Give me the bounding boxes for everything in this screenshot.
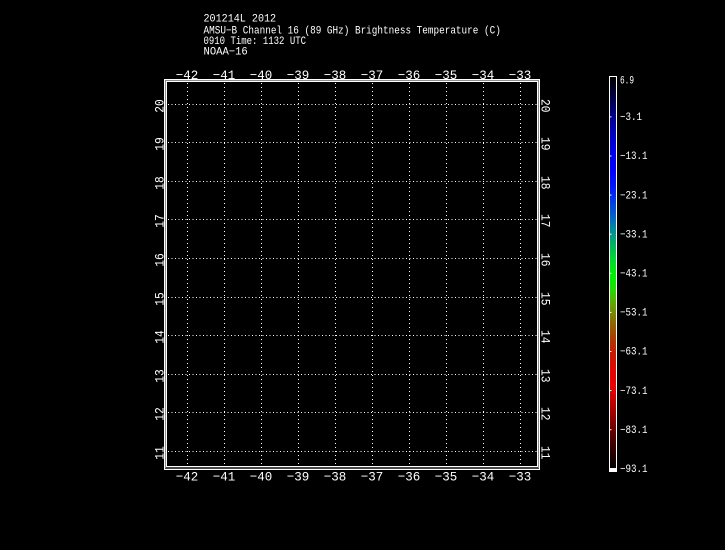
svg-text:11: 11 <box>153 446 168 460</box>
svg-text:11: 11 <box>537 446 552 460</box>
svg-text:−38: −38 <box>324 470 347 485</box>
svg-text:6.9: 6.9 <box>620 76 634 88</box>
svg-text:16: 16 <box>153 253 168 267</box>
svg-text:12: 12 <box>537 407 552 421</box>
svg-text:−41: −41 <box>213 470 236 485</box>
svg-text:−83.1: −83.1 <box>620 425 648 437</box>
svg-text:−37: −37 <box>361 68 384 83</box>
svg-text:−39: −39 <box>287 470 310 485</box>
svg-text:−42: −42 <box>176 68 199 83</box>
svg-text:NOAA−16: NOAA−16 <box>204 47 248 59</box>
svg-text:13: 13 <box>537 369 552 383</box>
svg-text:15: 15 <box>153 292 168 306</box>
svg-text:18: 18 <box>153 176 168 190</box>
svg-text:18: 18 <box>537 176 552 190</box>
svg-text:15: 15 <box>537 292 552 306</box>
svg-text:−39: −39 <box>287 68 310 83</box>
svg-text:−36: −36 <box>398 68 421 83</box>
svg-text:−35: −35 <box>435 470 458 485</box>
svg-text:−37: −37 <box>361 470 384 485</box>
svg-text:12: 12 <box>153 407 168 421</box>
svg-text:13: 13 <box>153 369 168 383</box>
svg-text:−13.1: −13.1 <box>620 151 648 163</box>
svg-text:−3.1: −3.1 <box>620 112 642 124</box>
svg-text:16: 16 <box>537 253 552 267</box>
svg-text:−35: −35 <box>435 68 458 83</box>
svg-text:14: 14 <box>537 330 552 344</box>
svg-text:−38: −38 <box>324 68 347 83</box>
svg-text:−33: −33 <box>509 470 532 485</box>
svg-text:20: 20 <box>153 99 168 113</box>
svg-text:201214L 2012: 201214L 2012 <box>204 14 277 26</box>
svg-text:−93.1: −93.1 <box>620 464 648 476</box>
svg-text:−40: −40 <box>250 68 273 83</box>
svg-text:19: 19 <box>537 137 552 151</box>
svg-text:14: 14 <box>153 330 168 344</box>
svg-text:−36: −36 <box>398 470 421 485</box>
svg-text:−34: −34 <box>472 470 495 485</box>
svg-text:20: 20 <box>537 99 552 113</box>
svg-text:−53.1: −53.1 <box>620 308 648 320</box>
svg-text:−42: −42 <box>176 470 199 485</box>
svg-text:−23.1: −23.1 <box>620 190 648 202</box>
svg-text:−73.1: −73.1 <box>620 386 648 398</box>
svg-text:17: 17 <box>537 214 552 228</box>
svg-text:17: 17 <box>153 214 168 228</box>
svg-text:−41: −41 <box>213 68 236 83</box>
svg-text:−34: −34 <box>472 68 495 83</box>
svg-text:−40: −40 <box>250 470 273 485</box>
svg-text:−33.1: −33.1 <box>620 229 648 241</box>
svg-text:19: 19 <box>153 137 168 151</box>
svg-text:−43.1: −43.1 <box>620 269 648 281</box>
svg-text:−33: −33 <box>509 68 532 83</box>
svg-text:−63.1: −63.1 <box>620 347 648 359</box>
